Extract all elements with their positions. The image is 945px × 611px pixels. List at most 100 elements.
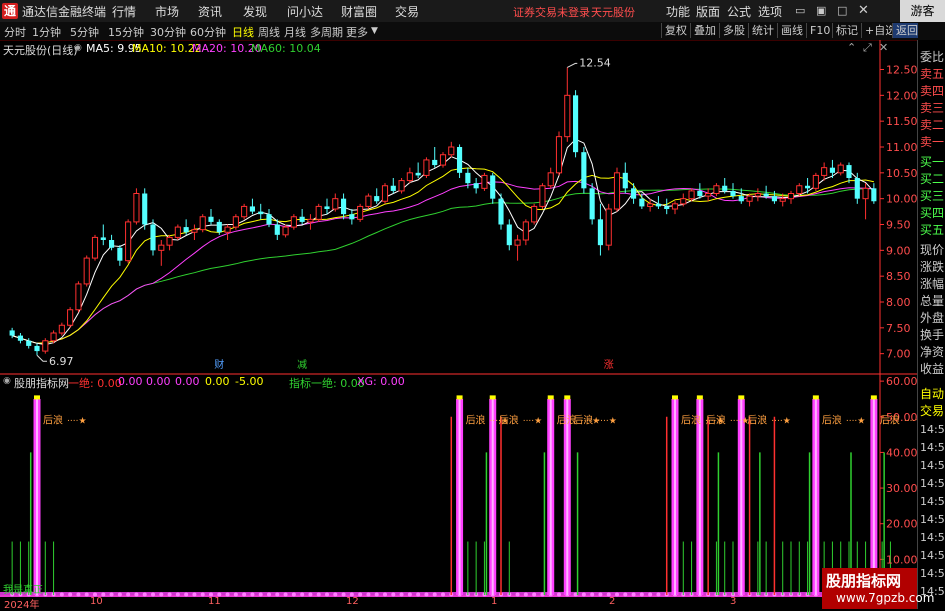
candle-body xyxy=(837,164,844,174)
candle-body xyxy=(481,174,488,189)
add-watchlist-button[interactable]: +自选 xyxy=(861,23,896,38)
quote-label-sell1[interactable]: 卖一 xyxy=(920,133,944,150)
menu-item-banmian[interactable]: 版面 xyxy=(696,3,720,20)
baseline-dot xyxy=(126,592,131,597)
quote-label-volume[interactable]: 总量 xyxy=(920,292,944,309)
candle-body xyxy=(381,185,389,202)
trade-label[interactable]: 交易 xyxy=(920,402,944,419)
baseline-dot xyxy=(333,592,338,597)
minimize-icon[interactable]: ▭ xyxy=(795,4,805,17)
candle-body xyxy=(299,216,305,222)
candle-body xyxy=(655,203,661,207)
baseline-dot xyxy=(200,592,205,597)
candle-body xyxy=(133,193,140,223)
menu-item-zixun[interactable]: 资讯 xyxy=(198,3,222,20)
period-multi[interactable]: 多周期 xyxy=(310,24,343,40)
quote-label-buy4[interactable]: 买四 xyxy=(920,204,944,221)
period-fenshi[interactable]: 分时 xyxy=(4,24,26,40)
period-day[interactable]: 日线 xyxy=(232,24,254,40)
maximize-icon[interactable]: □ xyxy=(837,4,847,17)
close-icon[interactable]: ✕ xyxy=(858,3,869,18)
price-chart[interactable]: 12.5012.0011.5011.0010.5010.009.509.008.… xyxy=(0,40,917,609)
back-button[interactable]: 返回 xyxy=(892,23,918,38)
multi-stock-button[interactable]: 多股 xyxy=(719,23,745,38)
quote-label-price[interactable]: 现价 xyxy=(920,241,944,258)
candle-body xyxy=(597,219,603,246)
quote-label-turnover[interactable]: 换手 xyxy=(920,326,944,343)
star-icon: ····★ xyxy=(904,416,917,426)
magenta-bar-cap xyxy=(812,395,819,400)
chevron-down-icon[interactable]: ▼ xyxy=(371,26,378,36)
menu-item-xuanxiang[interactable]: 选项 xyxy=(758,3,782,20)
baseline-dot xyxy=(407,592,412,597)
baseline-dot xyxy=(523,592,528,597)
candle-body xyxy=(142,193,148,225)
restore-icon[interactable]: ▣ xyxy=(816,4,826,17)
quote-label-netasset[interactable]: 净资 xyxy=(920,343,944,360)
menu-item-gongshi[interactable]: 公式 xyxy=(727,3,751,20)
tick-time: 14:55 xyxy=(920,459,945,472)
candle-body xyxy=(787,193,795,200)
candle-body xyxy=(771,196,777,202)
overlay-button[interactable]: 叠加 xyxy=(690,23,716,38)
f10-button[interactable]: F10 xyxy=(806,23,830,38)
period-more[interactable]: 更多 xyxy=(346,24,368,40)
quote-label-buy5[interactable]: 买五 xyxy=(920,221,944,238)
candle-body xyxy=(647,203,654,207)
candle-body xyxy=(664,206,670,209)
high-label: 12.54 xyxy=(579,56,611,69)
menu-item-faxian[interactable]: 发现 xyxy=(243,3,267,20)
star-icon: ····★ xyxy=(771,416,791,426)
menu-item-jiaoyi[interactable]: 交易 xyxy=(395,3,419,20)
baseline-dot xyxy=(267,592,271,597)
candle-body xyxy=(232,216,239,228)
quote-label-change[interactable]: 涨跌 xyxy=(920,258,944,275)
menu-item-caifuquan[interactable]: 财富圈 xyxy=(341,3,377,20)
quote-label-sell3[interactable]: 卖三 xyxy=(920,99,944,116)
period-15min[interactable]: 15分钟 xyxy=(108,24,144,40)
menu-item-hangqing[interactable]: 行情 xyxy=(112,3,136,20)
period-30min[interactable]: 30分钟 xyxy=(150,24,186,40)
period-month[interactable]: 月线 xyxy=(284,24,306,40)
quote-label-pct[interactable]: 涨幅 xyxy=(920,275,944,292)
draw-line-button[interactable]: 画线 xyxy=(777,23,803,38)
baseline-dot xyxy=(366,592,371,597)
candle-body xyxy=(754,193,761,197)
menu-item-gongneng[interactable]: 功能 xyxy=(666,3,690,20)
quote-label-sell2[interactable]: 卖二 xyxy=(920,116,944,133)
magenta-bar-core xyxy=(491,398,494,595)
period-5min[interactable]: 5分钟 xyxy=(70,24,99,40)
magenta-bar-core xyxy=(549,398,552,595)
star-icon: ····★ xyxy=(597,416,617,426)
stats-button[interactable]: 统计 xyxy=(748,23,774,38)
wave-tag: 后浪 xyxy=(681,413,701,426)
quote-label-buy1[interactable]: 买一 xyxy=(920,153,944,170)
auto-trade-label[interactable]: 自动 xyxy=(920,385,944,402)
menu-item-wenxiaoda[interactable]: 问小达 xyxy=(287,3,323,20)
quote-label-outer[interactable]: 外盘 xyxy=(920,309,944,326)
candle-body xyxy=(365,195,372,207)
quote-label-buy3[interactable]: 买三 xyxy=(920,187,944,204)
login-alert[interactable]: 证券交易未登录 xyxy=(513,4,590,20)
candle-body xyxy=(622,172,628,189)
mark-button[interactable]: 标记 xyxy=(832,23,858,38)
indicator-d: 0.00 xyxy=(175,375,200,388)
magenta-bar-cap xyxy=(547,395,554,400)
period-60min[interactable]: 60分钟 xyxy=(190,24,226,40)
guest-button[interactable]: 游客 xyxy=(900,0,945,22)
baseline-dot xyxy=(623,592,628,597)
menu-item-shichang[interactable]: 市场 xyxy=(155,3,179,20)
candle-body xyxy=(415,172,421,176)
magenta-bar-cap xyxy=(696,395,703,400)
quote-label-sell5[interactable]: 卖五 xyxy=(920,65,944,82)
quote-label-sell4[interactable]: 卖四 xyxy=(920,82,944,99)
star-icon: ····★ xyxy=(523,416,543,426)
period-1min[interactable]: 1分钟 xyxy=(32,24,61,40)
quote-label-earnings[interactable]: 收益 xyxy=(920,360,944,377)
indicator-gear-icon[interactable]: ◉ xyxy=(3,376,11,386)
quote-label-buy2[interactable]: 买二 xyxy=(920,170,944,187)
period-week[interactable]: 周线 xyxy=(258,24,280,40)
quote-label-weibi[interactable]: 委比 xyxy=(920,48,944,65)
baseline-dot xyxy=(358,592,363,597)
fuquan-button[interactable]: 复权 xyxy=(661,23,687,38)
